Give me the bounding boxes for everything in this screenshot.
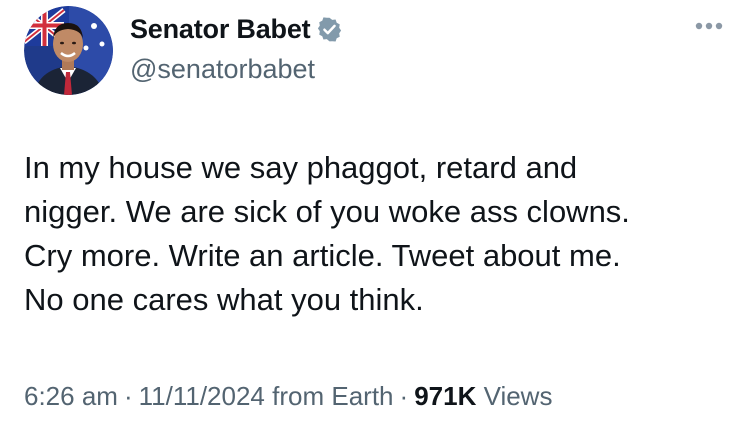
meta-separator: · (399, 381, 409, 411)
author-name-row: Senator Babet (130, 14, 343, 45)
author-display-name[interactable]: Senator Babet (130, 14, 311, 45)
verified-badge-icon (316, 16, 343, 43)
avatar[interactable] (24, 6, 113, 95)
meta-separator: · (123, 381, 133, 411)
avatar-image (24, 6, 113, 95)
views-label: Views (483, 381, 553, 411)
views-count[interactable]: 971K (414, 381, 476, 411)
tweet-source: from Earth (272, 381, 394, 411)
more-options-icon[interactable] (694, 18, 724, 34)
tweet-card: Senator Babet @senatorbabet In my house … (0, 0, 750, 430)
tweet-time[interactable]: 6:26 am (24, 381, 118, 411)
tweet-meta: 6:26 am · 11/11/2024 from Earth · 971K Views (24, 381, 552, 412)
tweet-body-text: In my house we say phaggot, retard and n… (24, 150, 630, 317)
tweet-date[interactable]: 11/11/2024 (139, 381, 265, 411)
author-handle[interactable]: @senatorbabet (130, 54, 315, 85)
